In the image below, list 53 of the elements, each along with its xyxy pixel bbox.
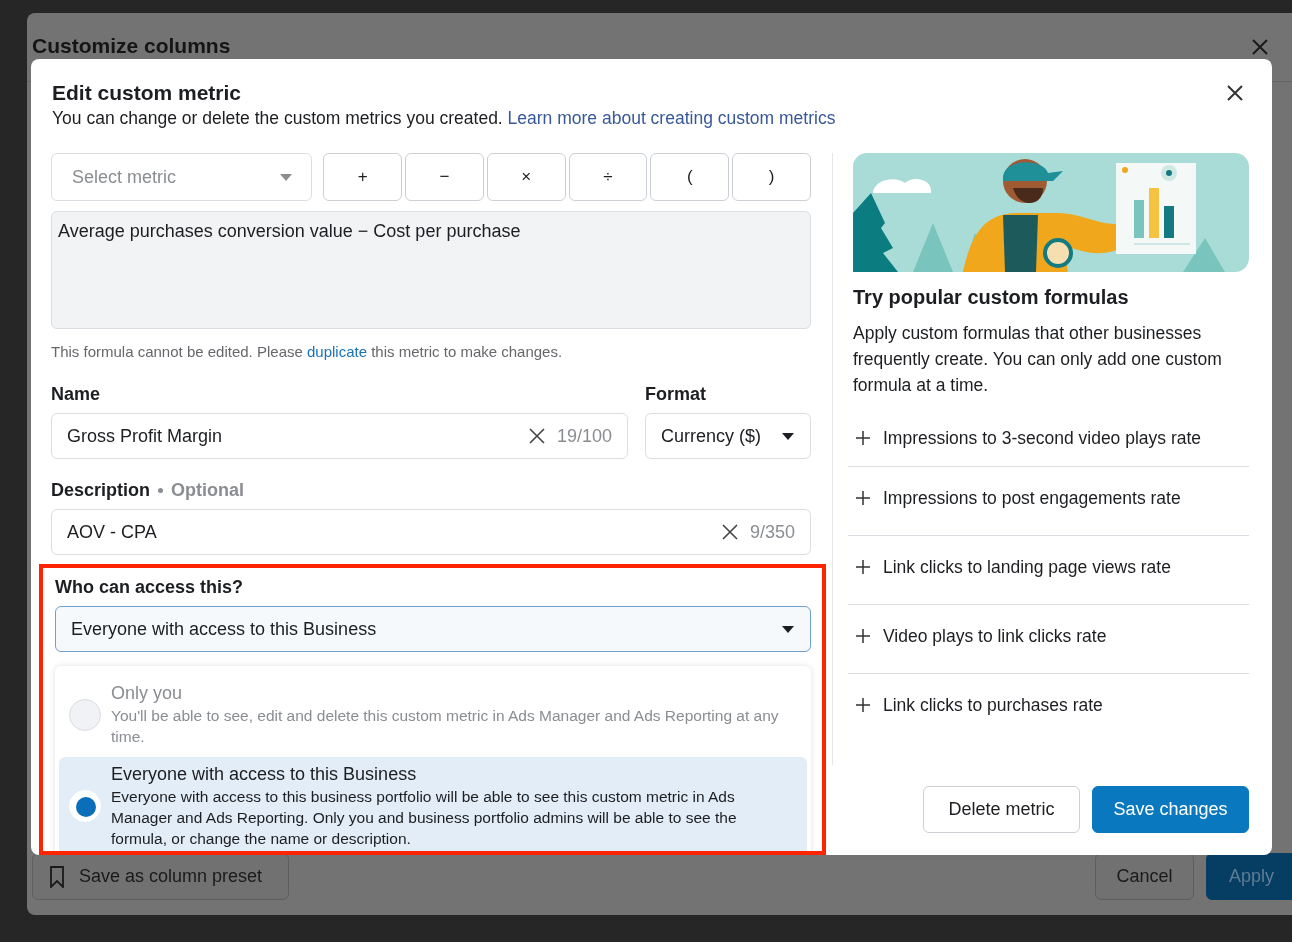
learn-more-link[interactable]: Learn more about creating custom metrics	[507, 108, 836, 128]
name-field[interactable]: Gross Profit Margin 19/100	[51, 413, 628, 459]
plus-icon	[856, 629, 870, 643]
plus-icon	[856, 491, 870, 505]
option-title: Only you	[111, 682, 184, 705]
access-dropdown[interactable]: Everyone with access to this Business	[55, 606, 811, 652]
delete-button[interactable]: Delete metric	[923, 786, 1080, 833]
field-label: Description	[51, 479, 151, 501]
section-title: Try popular custom formulas	[853, 285, 1130, 310]
caret-icon	[781, 624, 795, 634]
optional-label: Optional	[171, 479, 245, 501]
operator-button[interactable]: +	[323, 153, 403, 201]
operator-button[interactable]: ÷	[568, 153, 648, 201]
description-field[interactable]: AOV - CPA 9/350	[51, 509, 811, 555]
formula-suggestion[interactable]: Video plays to link clicks rate	[848, 604, 1249, 673]
field-label: Name	[51, 383, 102, 405]
option-description: Everyone with access to this business portfolio will be able to see this custom metric in Ads Manager and Ads Reporting. Only you and business portfolio admins will be able to see the formula, or change the name or description.	[111, 787, 738, 849]
close-icon[interactable]	[1226, 84, 1244, 102]
access-option[interactable]	[59, 757, 807, 851]
field-label: Who can access this?	[55, 576, 245, 598]
separator-dot	[158, 487, 164, 493]
formula-field: Average purchases conversion value − Cost per purchase	[51, 211, 811, 329]
field-label: Format	[645, 383, 707, 405]
option-title: Everyone with access to this Business	[111, 763, 418, 786]
cancel-button[interactable]: Cancel	[1095, 853, 1194, 900]
formula-suggestion[interactable]: Impressions to 3-second video plays rate	[848, 420, 1249, 466]
dialog-title: Edit custom metric	[52, 80, 242, 106]
dialog-subtitle: You can change or delete the custom metrics you created. Learn more about creating custom metrics	[52, 107, 837, 130]
window-title: Customize columns	[32, 34, 231, 58]
caret-icon	[279, 172, 294, 182]
save-preset-button[interactable]: Save as column preset	[32, 853, 289, 900]
format-dropdown[interactable]: Currency ($)	[645, 413, 811, 459]
clear-icon[interactable]	[721, 524, 738, 540]
plus-icon	[856, 698, 870, 712]
save-button[interactable]: Save changes	[1092, 786, 1249, 833]
operator-button[interactable]: ×	[486, 153, 566, 201]
character-counter: 9/350	[749, 521, 795, 543]
character-counter: 19/100	[556, 425, 612, 447]
operator-button[interactable]: )	[732, 153, 811, 201]
plus-icon	[856, 431, 870, 445]
operator-button[interactable]: (	[650, 153, 730, 201]
formula-suggestion[interactable]: Link clicks to purchases rate	[848, 673, 1249, 742]
duplicate-link[interactable]: duplicate	[307, 343, 368, 360]
plus-icon	[856, 560, 870, 574]
formula-suggestion[interactable]: Impressions to post engagements rate	[848, 466, 1249, 535]
option-description: You'll be able to see, edit and delete this custom metric in Ads Manager and Ads Reporting at any time.	[111, 706, 779, 747]
caret-icon	[781, 431, 795, 441]
formula-suggestion[interactable]: Link clicks to landing page views rate	[848, 535, 1249, 604]
operator-button[interactable]: −	[405, 153, 484, 201]
section-description: Apply custom formulas that other businesses frequently create. You can only add one custom formula at a time.	[853, 322, 1223, 397]
clear-icon[interactable]	[528, 428, 545, 444]
formula-note: This formula cannot be edited. Please duplicate this metric to make changes.	[51, 343, 564, 361]
bookmark-icon	[49, 865, 65, 888]
